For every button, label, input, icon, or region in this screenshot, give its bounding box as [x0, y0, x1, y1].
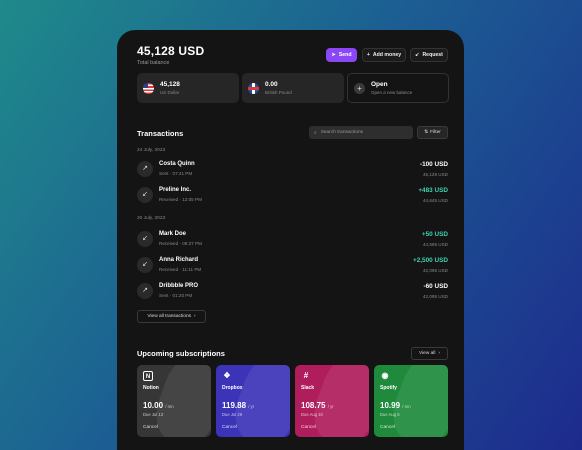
subscription-card-notion[interactable]: N Notion 10.00 / mn Due Jul 13 Cancel [137, 365, 211, 437]
send-button[interactable]: ➤ Send [326, 48, 357, 62]
subscription-card-dropbox[interactable]: ❖ Dropbox 119.88 / yr Due Jul 29 Cancel [216, 365, 290, 437]
subscription-name: Dropbox [222, 385, 243, 391]
transaction-row[interactable]: ↙ Anna Richard Received · 11:11 PM +2,50… [137, 255, 448, 275]
subscription-price: 108.75 / yr [301, 401, 334, 410]
plus-icon: + [354, 82, 365, 94]
transaction-row[interactable]: ↙ Preline Inc. Received · 12:05 PM +483 … [137, 185, 448, 205]
dropbox-logo-icon: ❖ [223, 371, 231, 380]
transaction-meta: Received · 09:27 PM [159, 241, 202, 246]
transaction-meta: Received · 11:11 PM [159, 267, 202, 272]
subscription-name: Spotify [380, 385, 397, 391]
add-money-button[interactable]: + Add money [362, 48, 406, 62]
transaction-name: Mark Doe [159, 231, 187, 237]
balance-card-gbp[interactable]: 0.00 British Pound [242, 73, 344, 103]
arrow-down-left-icon: ↙ [137, 187, 153, 203]
subscription-card-spotify[interactable]: ◉ Spotify 10.99 / mn Due Aug 5 Cancel [374, 365, 448, 437]
chevron-right-icon: › [194, 314, 196, 319]
request-icon: ↙ [415, 52, 420, 58]
chevron-right-icon: › [438, 351, 441, 356]
transaction-balance: 44,645 USD [422, 198, 448, 203]
transaction-row[interactable]: ↗ Costa Quinn Sent · 07:41 PM -100 USD 4… [137, 159, 448, 179]
date-group-label: 24 July, 2023 [137, 148, 166, 153]
arrow-up-right-icon: ↗ [137, 161, 153, 177]
search-icon: ⌕ [314, 130, 317, 136]
total-balance: 45,128 USD [137, 44, 205, 58]
balance-currency: British Pound [265, 90, 292, 95]
transaction-row[interactable]: ↗ Dribbble PRO Sent · 01:20 PM -60 USD 4… [137, 281, 448, 301]
view-all-subscriptions-button[interactable]: View all › [411, 347, 448, 360]
balance-amount: 0.00 [265, 81, 278, 88]
subscription-price: 10.00 / mn [143, 401, 174, 410]
plus-icon: + [366, 52, 370, 58]
transaction-meta: Sent · 07:41 PM [159, 171, 193, 176]
spotify-logo-icon: ◉ [381, 371, 389, 380]
subscription-name: Slack [301, 385, 315, 391]
subscription-price: 10.99 / mn [380, 401, 411, 410]
slack-logo-icon: # [303, 371, 309, 380]
subscription-name: Notion [143, 385, 159, 391]
total-balance-label: Total balance [137, 60, 170, 66]
cancel-button[interactable]: Cancel [143, 425, 158, 430]
transaction-amount: -100 USD [419, 161, 448, 168]
transaction-amount: +2,500 USD [413, 257, 448, 264]
balance-amount: 45,128 [160, 81, 180, 88]
subscription-due: Due Aug 5 [380, 412, 400, 417]
notion-logo-icon: N [143, 371, 153, 381]
transaction-amount: -60 USD [423, 283, 448, 290]
subscription-due: Due Jul 29 [222, 412, 243, 417]
balance-card-usd[interactable]: 45,128 US Dollar [137, 73, 239, 103]
arrow-down-left-icon: ↙ [137, 257, 153, 273]
transaction-row[interactable]: ↙ Mark Doe Received · 09:27 PM +50 USD 4… [137, 229, 448, 249]
subscription-price: 119.88 / yr [222, 401, 255, 410]
transaction-amount: +50 USD [421, 231, 448, 238]
transaction-meta: Sent · 01:20 PM [159, 293, 193, 298]
subscription-due: Due Aug 10 [301, 412, 323, 417]
transaction-name: Costa Quinn [159, 161, 195, 167]
transaction-balance: 45,128 USD [422, 172, 448, 177]
request-button[interactable]: ↙ Request [410, 48, 448, 62]
uk-flag-icon [248, 82, 259, 94]
cancel-button[interactable]: Cancel [380, 425, 395, 430]
view-all-transactions-button[interactable]: View all transactions › [137, 310, 206, 323]
us-flag-icon [143, 82, 154, 94]
cancel-button[interactable]: Cancel [222, 425, 237, 430]
transaction-meta: Received · 12:05 PM [159, 197, 202, 202]
arrow-up-right-icon: ↗ [137, 283, 153, 299]
filter-icon: ⇅ [424, 130, 429, 135]
transactions-title: Transactions [137, 129, 184, 138]
subscription-due: Due Jul 13 [143, 412, 164, 417]
subscriptions-title: Upcoming subscriptions [137, 349, 225, 358]
transaction-name: Dribbble PRO [159, 283, 199, 289]
transaction-balance: 42,095 USD [422, 294, 448, 299]
balance-currency: US Dollar [160, 90, 180, 95]
open-balance-subtitle: Open a new balance [371, 90, 413, 95]
subscription-card-slack[interactable]: # Slack 108.75 / yr Due Aug 10 Cancel [295, 365, 369, 437]
transaction-amount: +483 USD [418, 187, 448, 194]
open-balance-title: Open [371, 81, 388, 88]
transaction-name: Preline Inc. [159, 187, 192, 193]
date-group-label: 20 July, 2023 [137, 216, 166, 221]
app-window: 45,128 USD Total balance ➤ Send + Add mo… [117, 30, 464, 450]
send-icon: ➤ [331, 52, 336, 58]
open-balance-card[interactable]: + Open Open a new balance [347, 73, 449, 103]
cancel-button[interactable]: Cancel [301, 425, 316, 430]
transaction-name: Anna Richard [159, 257, 199, 263]
filter-button[interactable]: ⇅ Filter [417, 126, 448, 139]
arrow-down-left-icon: ↙ [137, 231, 153, 247]
transaction-balance: 42,095 USD [422, 268, 448, 273]
transaction-balance: 44,595 USD [422, 242, 448, 247]
search-input[interactable]: ⌕ Search transactions [309, 126, 413, 139]
